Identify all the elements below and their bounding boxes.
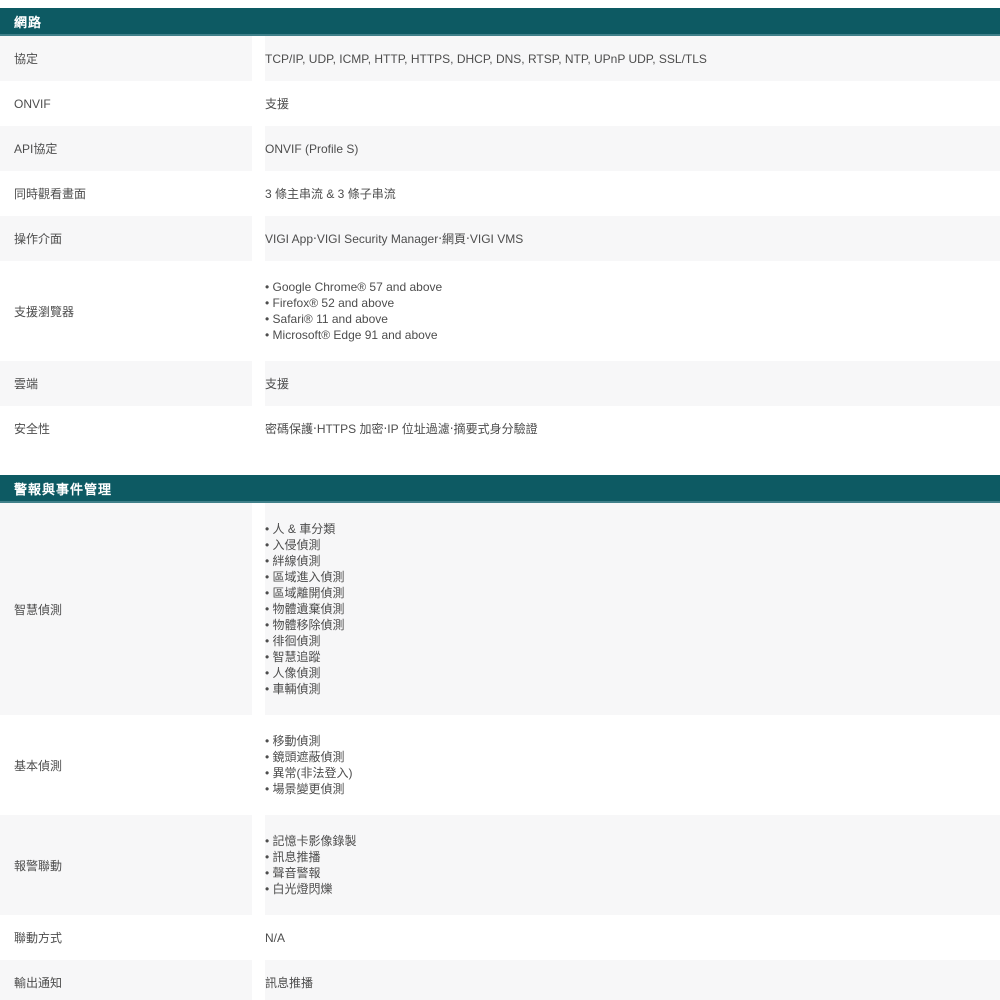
spec-value-text: 支援 [265,96,290,111]
spec-value-item: Firefox® 52 and above [265,295,442,311]
section-header: 警報與事件管理 [0,475,1000,503]
spec-value-item: 區域進入偵測 [265,569,345,585]
spec-table: 網路 協定 TCP/IP, UDP, ICMP, HTTP, HTTPS, DHCP… [0,8,1000,1000]
spec-value: N/A [265,915,1000,960]
spec-value-item: Google Chrome® 57 and above [265,279,443,295]
spec-value-text: VIGI App‧VIGI Security Manager‧網頁‧VIGI V… [265,231,524,246]
column-gutter [252,915,265,960]
spec-row: ONVIF 支援 [0,81,1000,126]
spec-row: 智慧偵測人 & 車分類入侵偵測絆線偵測區域進入偵測區域離開偵測物體遺棄偵測物體移… [0,503,1000,715]
spec-value-item: 入侵偵測 [265,537,345,553]
spec-value: 密碼保護‧HTTPS 加密‧IP 位址過濾‧摘要式身分驗證 [265,406,1000,451]
column-gutter [252,361,265,406]
spec-value-list: 移動偵測鏡頭遮蔽偵測異常(非法登入)場景變更偵測 [265,733,353,797]
spec-value-list: 人 & 車分類入侵偵測絆線偵測區域進入偵測區域離開偵測物體遺棄偵測物體移除偵測徘… [265,521,345,697]
column-gutter [252,36,265,81]
spec-label: 聯動方式 [0,915,252,960]
spec-value-item: 絆線偵測 [265,553,345,569]
spec-value-item: 訊息推播 [265,849,357,865]
spec-row: 雲端 支援 [0,361,1000,406]
column-gutter [252,216,265,261]
column-gutter [252,406,265,451]
column-gutter [252,715,265,815]
spec-section: 網路 協定 TCP/IP, UDP, ICMP, HTTP, HTTPS, DHCP… [0,8,1000,451]
spec-value-item: 智慧追蹤 [265,649,345,665]
spec-value: 訊息推播 [265,960,1000,1000]
spec-value: 支援 [265,361,1000,406]
spec-value-item: 異常(非法登入) [265,765,353,781]
spec-label: 同時觀看畫面 [0,171,252,216]
spec-label: ONVIF [0,81,252,126]
spec-value: 移動偵測鏡頭遮蔽偵測異常(非法登入)場景變更偵測 [265,715,1000,815]
spec-label: 安全性 [0,406,252,451]
spec-value-item: 物體遺棄偵測 [265,601,345,617]
spec-value-text: TCP/IP, UDP, ICMP, HTTP, HTTPS, DHCP, DN… [265,51,707,66]
spec-value-item: Safari® 11 and above [265,311,442,327]
spec-row: 操作介面 VIGI App‧VIGI Security Manager‧網頁‧VI… [0,216,1000,261]
spec-label: 輸出通知 [0,960,252,1000]
spec-row: 聯動方式 N/A [0,915,1000,960]
spec-value: ONVIF (Profile S) [265,126,1000,171]
spec-row: 支援瀏覽器Google Chrome® 57 and aboveFirefox®… [0,261,1000,361]
spec-value-item: Microsoft® Edge 91 and above [265,327,442,343]
spec-value: 3 條主串流 & 3 條子串流 [265,171,1000,216]
spec-value-text: ONVIF (Profile S) [265,141,359,156]
spec-page: 網路 協定 TCP/IP, UDP, ICMP, HTTP, HTTPS, DHCP… [0,0,1000,1000]
spec-label: 報警聯動 [0,815,252,915]
spec-value-list: Google Chrome® 57 and aboveFirefox® 52 a… [265,279,443,343]
spec-label: 智慧偵測 [0,503,252,715]
spec-value: 支援 [265,81,1000,126]
spec-value-text: 3 條主串流 & 3 條子串流 [265,186,396,201]
spec-value-text: N/A [265,930,286,945]
spec-value-item: 物體移除偵測 [265,617,345,633]
spec-value-item: 聲音警報 [265,865,357,881]
spec-value-item: 場景變更偵測 [265,781,353,797]
spec-value-item: 人像偵測 [265,665,345,681]
spec-value-text: 支援 [265,376,290,391]
spec-row: 報警聯動記憶卡影像錄製訊息推播聲音警報白光燈閃爍 [0,815,1000,915]
spec-value: Google Chrome® 57 and aboveFirefox® 52 a… [265,261,1000,361]
spec-value: 記憶卡影像錄製訊息推播聲音警報白光燈閃爍 [265,815,1000,915]
column-gutter [252,126,265,171]
column-gutter [252,503,265,715]
spec-value-list: 記憶卡影像錄製訊息推播聲音警報白光燈閃爍 [265,833,357,897]
spec-row: 協定 TCP/IP, UDP, ICMP, HTTP, HTTPS, DHCP, … [0,36,1000,81]
spec-value-item: 移動偵測 [265,733,353,749]
spec-value-item: 區域離開偵測 [265,585,345,601]
spec-row: API協定 ONVIF (Profile S) [0,126,1000,171]
spec-value-item: 車輛偵測 [265,681,345,697]
spec-label: 雲端 [0,361,252,406]
spec-row: 同時觀看畫面 3 條主串流 & 3 條子串流 [0,171,1000,216]
spec-value-item: 徘徊偵測 [265,633,345,649]
spec-label: 協定 [0,36,252,81]
spec-value-item: 鏡頭遮蔽偵測 [265,749,353,765]
spec-value-item: 人 & 車分類 [265,521,345,537]
spec-section: 警報與事件管理智慧偵測人 & 車分類入侵偵測絆線偵測區域進入偵測區域離開偵測物體… [0,475,1000,1000]
column-gutter [252,815,265,915]
spec-value-text: 密碼保護‧HTTPS 加密‧IP 位址過濾‧摘要式身分驗證 [265,421,538,436]
spec-value-item: 白光燈閃爍 [265,881,357,897]
spec-label: 操作介面 [0,216,252,261]
spec-label: 支援瀏覽器 [0,261,252,361]
column-gutter [252,261,265,361]
column-gutter [252,960,265,1000]
column-gutter [252,81,265,126]
spec-value: VIGI App‧VIGI Security Manager‧網頁‧VIGI V… [265,216,1000,261]
spec-row: 輸出通知 訊息推播 [0,960,1000,1000]
spec-row: 基本偵測移動偵測鏡頭遮蔽偵測異常(非法登入)場景變更偵測 [0,715,1000,815]
spec-row: 安全性 密碼保護‧HTTPS 加密‧IP 位址過濾‧摘要式身分驗證 [0,406,1000,451]
section-header: 網路 [0,8,1000,36]
spec-value: TCP/IP, UDP, ICMP, HTTP, HTTPS, DHCP, DN… [265,36,1000,81]
spec-label: 基本偵測 [0,715,252,815]
spec-value: 人 & 車分類入侵偵測絆線偵測區域進入偵測區域離開偵測物體遺棄偵測物體移除偵測徘… [265,503,1000,715]
spec-value-text: 訊息推播 [265,975,314,990]
spec-value-item: 記憶卡影像錄製 [265,833,357,849]
spec-label: API協定 [0,126,252,171]
column-gutter [252,171,265,216]
